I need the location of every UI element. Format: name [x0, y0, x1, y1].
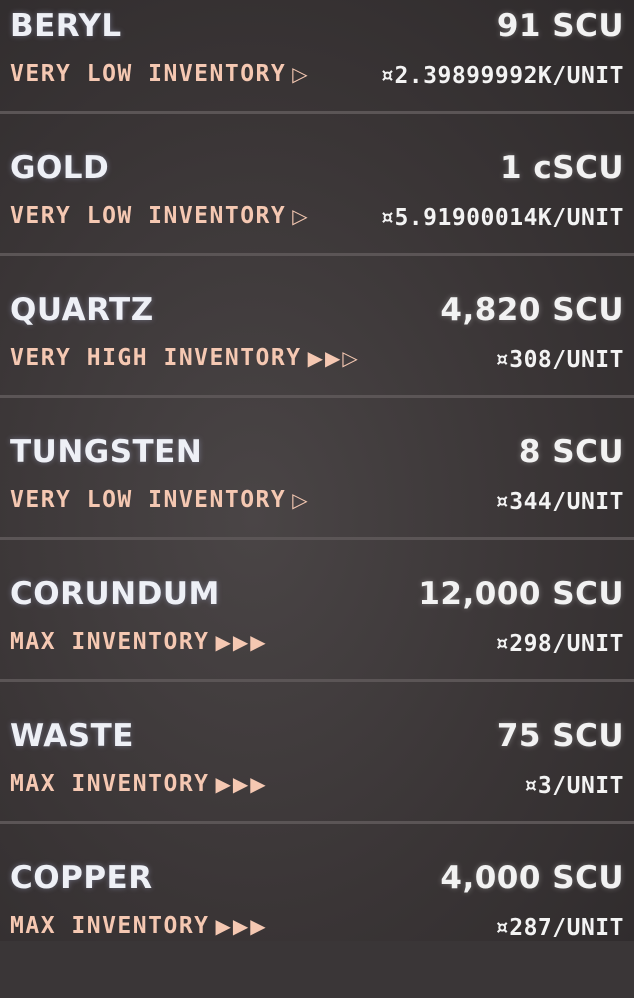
row-divider — [0, 537, 634, 540]
commodity-name: QUARTZ — [10, 292, 154, 328]
inventory-status: VERY LOW INVENTORY ▷ — [10, 202, 310, 230]
commodity-quantity: 91 SCU — [496, 8, 624, 44]
commodity-name: CORUNDUM — [10, 576, 220, 612]
commodity-price: ¤298/UNIT — [494, 631, 624, 657]
row-divider — [0, 679, 634, 682]
commodity-row-beryl[interactable]: BERYL 91 SCU VERY LOW INVENTORY ▷ ¤2.3989… — [0, 4, 634, 146]
commodity-price: ¤344/UNIT — [494, 489, 624, 515]
commodity-name: WASTE — [10, 718, 134, 754]
inventory-status: VERY LOW INVENTORY ▷ — [10, 486, 310, 514]
inventory-status-label: VERY LOW INVENTORY — [10, 203, 287, 229]
row-divider — [0, 821, 634, 824]
inventory-status: VERY LOW INVENTORY ▷ — [10, 60, 310, 88]
inventory-level-arrows-icon: ▶▶▶ — [215, 914, 268, 938]
commodity-quantity: 8 SCU — [518, 434, 624, 470]
inventory-level-arrows-icon: ▷ — [292, 204, 310, 228]
row-divider — [0, 395, 634, 398]
commodity-row-waste[interactable]: WASTE 75 SCU MAX INVENTORY ▶▶▶ ¤3/UNIT — [0, 714, 634, 856]
inventory-level-arrows-icon: ▷ — [292, 488, 310, 512]
inventory-status-label: MAX INVENTORY — [10, 629, 210, 655]
inventory-status-label: VERY LOW INVENTORY — [10, 487, 287, 513]
commodity-name: GOLD — [10, 150, 110, 186]
commodity-price: ¤3/UNIT — [523, 773, 624, 799]
inventory-status: MAX INVENTORY ▶▶▶ — [10, 770, 268, 798]
commodity-quantity: 4,000 SCU — [440, 860, 624, 896]
inventory-status: MAX INVENTORY ▶▶▶ — [10, 628, 268, 656]
commodity-row-copper[interactable]: COPPER 4,000 SCU MAX INVENTORY ▶▶▶ ¤287/U… — [0, 856, 634, 998]
inventory-status-label: MAX INVENTORY — [10, 913, 210, 939]
commodity-name: COPPER — [10, 860, 153, 896]
commodity-row-corundum[interactable]: CORUNDUM 12,000 SCU MAX INVENTORY ▶▶▶ ¤29… — [0, 572, 634, 714]
commodity-row-tungsten[interactable]: TUNGSTEN 8 SCU VERY LOW INVENTORY ▷ ¤344/… — [0, 430, 634, 572]
inventory-status-label: VERY HIGH INVENTORY — [10, 345, 302, 371]
inventory-level-arrows-icon: ▶▶▷ — [307, 346, 360, 370]
commodity-name: BERYL — [10, 8, 122, 44]
row-divider — [0, 111, 634, 114]
commodity-row-gold[interactable]: GOLD 1 cSCU VERY LOW INVENTORY ▷ ¤5.91900… — [0, 146, 634, 288]
commodity-price: ¤2.39899992K/UNIT — [380, 63, 624, 89]
commodity-price: ¤308/UNIT — [494, 347, 624, 373]
inventory-status-label: MAX INVENTORY — [10, 771, 210, 797]
commodity-name: TUNGSTEN — [10, 434, 203, 470]
inventory-level-arrows-icon: ▷ — [292, 62, 310, 86]
commodity-quantity: 75 SCU — [496, 718, 624, 754]
inventory-status: MAX INVENTORY ▶▶▶ — [10, 912, 268, 940]
inventory-level-arrows-icon: ▶▶▶ — [215, 630, 268, 654]
commodity-quantity: 1 cSCU — [500, 150, 624, 186]
commodity-row-quartz[interactable]: QUARTZ 4,820 SCU VERY HIGH INVENTORY ▶▶▷ … — [0, 288, 634, 430]
inventory-status: VERY HIGH INVENTORY ▶▶▷ — [10, 344, 360, 372]
commodity-quantity: 4,820 SCU — [440, 292, 624, 328]
row-divider — [0, 253, 634, 256]
commodity-quantity: 12,000 SCU — [418, 576, 624, 612]
inventory-status-label: VERY LOW INVENTORY — [10, 61, 287, 87]
commodity-price: ¤5.91900014K/UNIT — [380, 205, 624, 231]
inventory-level-arrows-icon: ▶▶▶ — [215, 772, 268, 796]
